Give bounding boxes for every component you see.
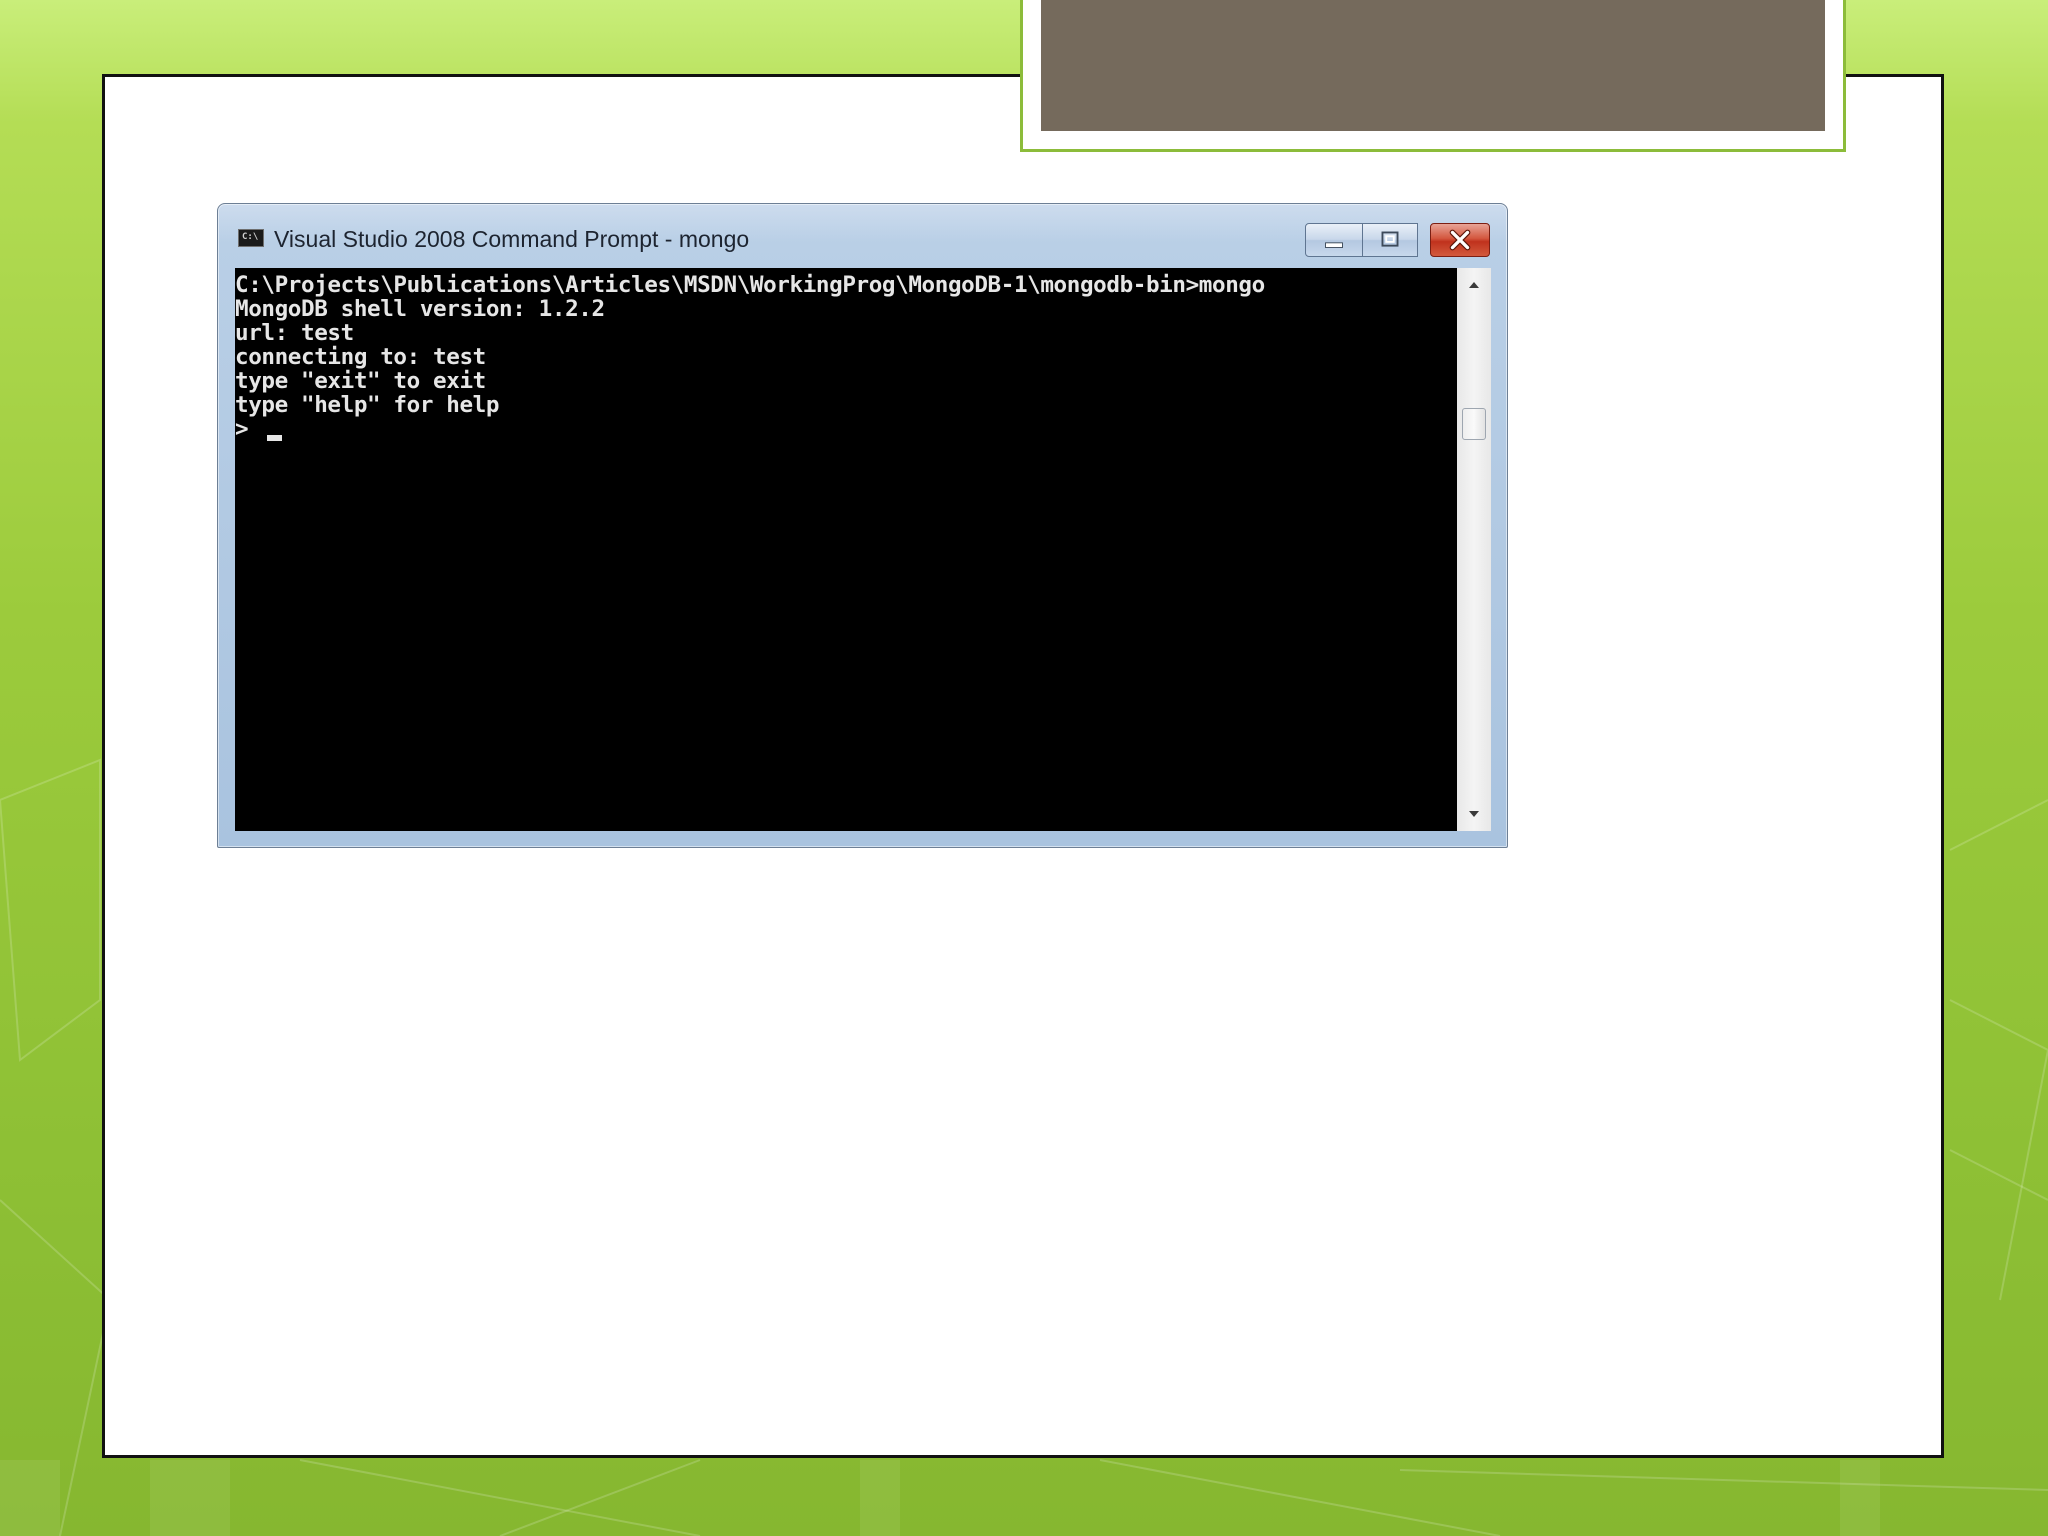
cmd-icon[interactable]: C:\ xyxy=(238,229,264,247)
maximize-icon xyxy=(1381,231,1399,247)
console-line: type "help" for help xyxy=(235,392,500,418)
scrollbar-thumb[interactable] xyxy=(1462,408,1486,440)
scroll-down-arrow-icon[interactable] xyxy=(1457,797,1491,831)
title-placeholder-fill xyxy=(1041,0,1825,131)
text-cursor xyxy=(267,435,282,441)
window-title-bar[interactable]: C:\ Visual Studio 2008 Command Prompt - … xyxy=(218,204,1507,266)
minimize-icon xyxy=(1325,242,1343,248)
title-placeholder-box xyxy=(1020,0,1846,152)
scroll-up-arrow-icon[interactable] xyxy=(1457,268,1491,302)
console-line: url: test xyxy=(235,320,354,346)
vertical-scrollbar[interactable] xyxy=(1457,268,1491,831)
console-prompt: > xyxy=(235,416,262,442)
command-prompt-window[interactable]: C:\ Visual Studio 2008 Command Prompt - … xyxy=(217,203,1508,848)
console-line: C:\Projects\Publications\Articles\MSDN\W… xyxy=(235,272,1265,298)
maximize-button[interactable] xyxy=(1362,223,1418,257)
window-title: Visual Studio 2008 Command Prompt - mong… xyxy=(274,226,750,252)
close-icon xyxy=(1449,229,1471,251)
console-output[interactable]: C:\Projects\Publications\Articles\MSDN\W… xyxy=(235,268,1457,831)
console-line: type "exit" to exit xyxy=(235,368,486,394)
minimize-button[interactable] xyxy=(1305,223,1363,257)
cmd-icon-text: C:\ xyxy=(242,232,259,242)
close-button[interactable] xyxy=(1430,223,1490,257)
console-line: MongoDB shell version: 1.2.2 xyxy=(235,296,605,322)
console-line: connecting to: test xyxy=(235,344,486,370)
